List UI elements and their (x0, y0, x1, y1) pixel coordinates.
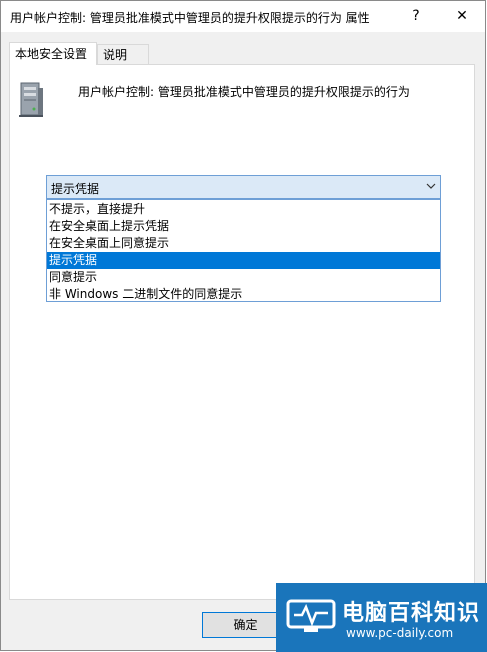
chevron-down-icon[interactable] (426, 181, 436, 191)
tab-explain[interactable]: 说明 (97, 44, 149, 65)
help-button[interactable]: ? (393, 1, 439, 32)
watermark-name: 电脑百科知识 (342, 601, 481, 626)
watermark-logo: 电脑百科知识 www.pc-daily.com (276, 583, 487, 652)
dropdown-option-selected[interactable]: 提示凭据 (47, 252, 440, 269)
dropdown-option[interactable]: 非 Windows 二进制文件的同意提示 (47, 286, 440, 303)
tab-panel (9, 64, 475, 600)
watermark-url: www.pc-daily.com (346, 626, 454, 640)
title-bar[interactable]: 用户帐户控制: 管理员批准模式中管理员的提升权限提示的行为 属性 ? ✕ (1, 1, 485, 32)
server-icon (19, 82, 43, 117)
combobox-selected-value: 提示凭据 (51, 182, 100, 196)
dropdown-option[interactable]: 在安全桌面上同意提示 (47, 235, 440, 252)
combobox-dropdown-list: 不提示，直接提升 在安全桌面上提示凭据 在安全桌面上同意提示 提示凭据 同意提示… (46, 199, 441, 302)
dropdown-option[interactable]: 在安全桌面上提示凭据 (47, 218, 440, 235)
dropdown-option[interactable]: 同意提示 (47, 269, 440, 286)
monitor-icon (286, 599, 336, 632)
prompt-behavior-combobox[interactable]: 提示凭据 (46, 175, 441, 199)
dropdown-option[interactable]: 不提示，直接提升 (47, 201, 440, 218)
policy-description: 用户帐户控制: 管理员批准模式中管理员的提升权限提示的行为 (78, 85, 410, 99)
close-button[interactable]: ✕ (439, 1, 485, 32)
tab-local-security-setting[interactable]: 本地安全设置 (9, 42, 97, 65)
window-title: 用户帐户控制: 管理员批准模式中管理员的提升权限提示的行为 属性 (10, 11, 370, 25)
